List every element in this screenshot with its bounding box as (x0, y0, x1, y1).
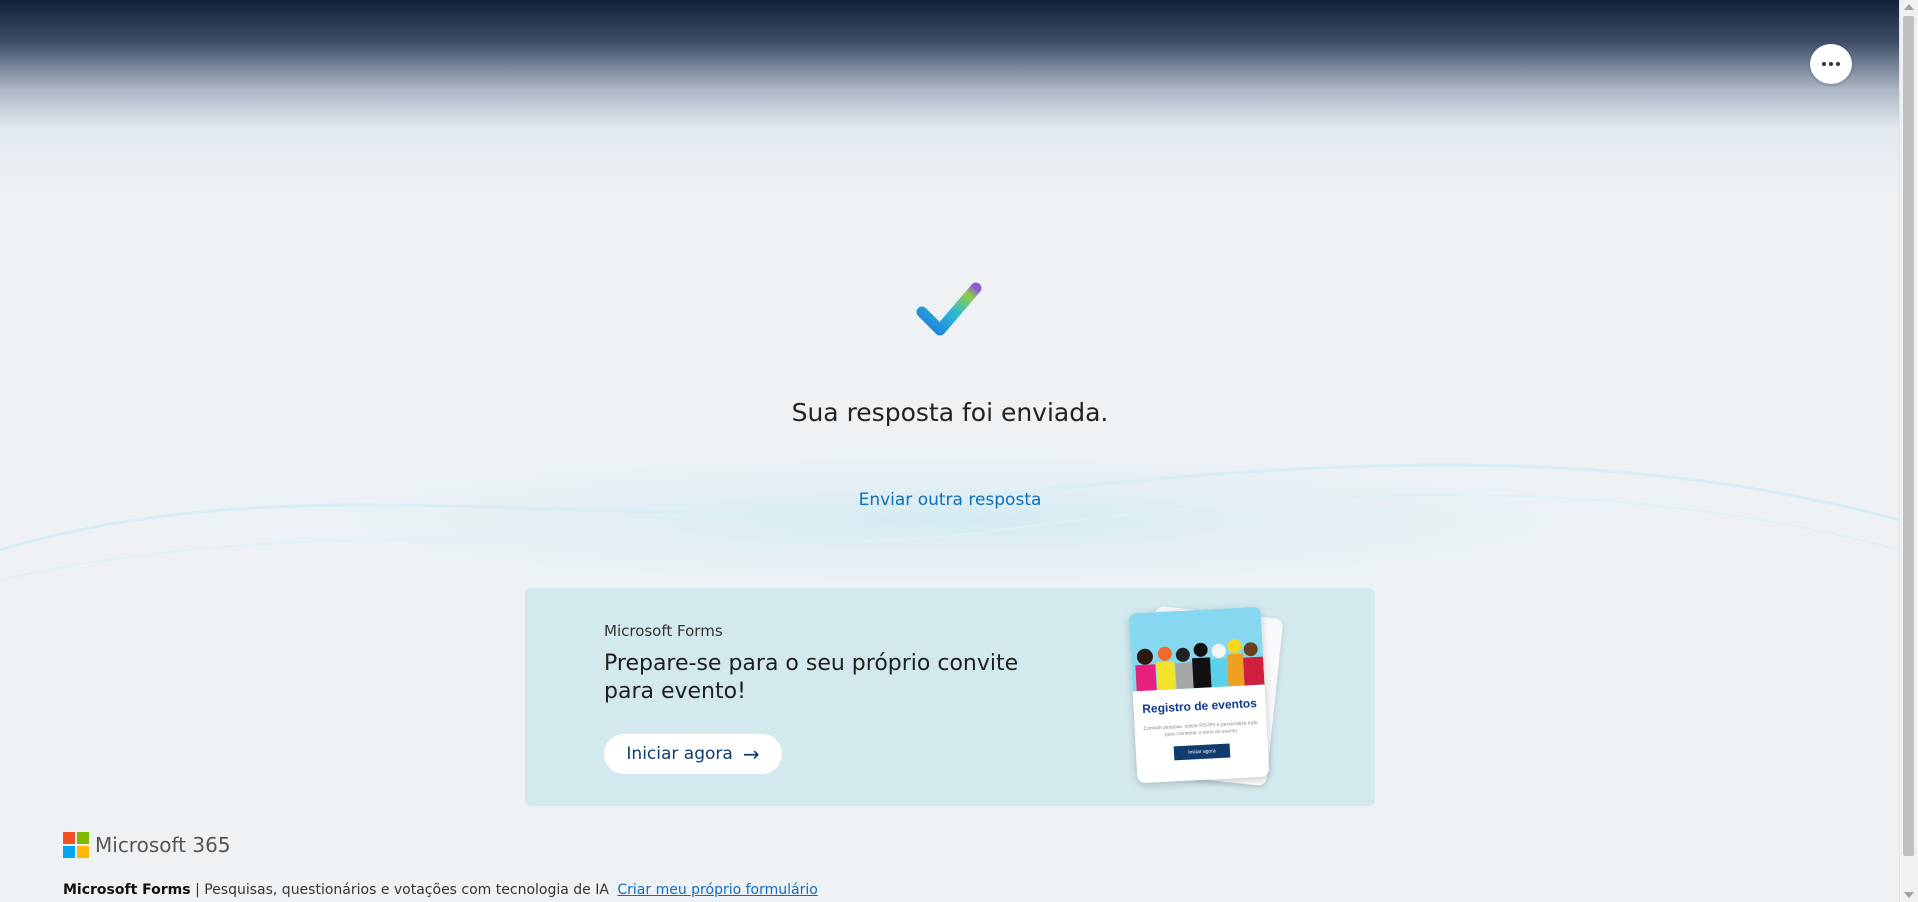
microsoft-logo-icon (63, 832, 89, 858)
more-options-button[interactable] (1810, 44, 1852, 84)
start-now-button[interactable]: Iniciar agora → (604, 734, 782, 774)
promo-banner: Microsoft Forms Prepare-se para o seu pr… (525, 588, 1375, 806)
logo-text: Microsoft 365 (95, 833, 231, 857)
arrow-right-icon: → (742, 742, 760, 766)
footer-tagline: Pesquisas, questionários e votações com … (204, 882, 609, 898)
footer: Microsoft Forms | Pesquisas, questionári… (63, 882, 818, 898)
scroll-down-icon[interactable] (1904, 892, 1914, 898)
ellipsis-icon (1822, 62, 1826, 66)
promo-card-button: Iniciar agora (1173, 743, 1231, 761)
scrollbar[interactable] (1899, 0, 1918, 902)
scrollbar-thumb[interactable] (1903, 16, 1914, 856)
promo-brand: Microsoft Forms (604, 622, 723, 640)
create-form-link[interactable]: Criar meu próprio formulário (617, 882, 817, 898)
people-illustration (1128, 606, 1265, 692)
checkmark-icon (916, 282, 982, 336)
promo-card-text: Convide pessoas, colete RSVPs e personal… (1143, 719, 1258, 738)
submit-another-link[interactable]: Enviar outra resposta (0, 490, 1900, 510)
footer-product: Microsoft Forms (63, 882, 191, 898)
microsoft-365-logo[interactable]: Microsoft 365 (63, 832, 231, 858)
start-now-label: Iniciar agora (626, 744, 733, 764)
scroll-up-icon[interactable] (1904, 4, 1914, 10)
confirmation-title: Sua resposta foi enviada. (791, 398, 1109, 427)
promo-headline: Prepare-se para o seu próprio convite pa… (604, 651, 1019, 704)
promo-card-title: Registro de eventos (1141, 695, 1258, 716)
footer-separator: | (195, 882, 200, 898)
promo-card: Registro de eventos Convide pessoas, col… (1128, 606, 1270, 784)
